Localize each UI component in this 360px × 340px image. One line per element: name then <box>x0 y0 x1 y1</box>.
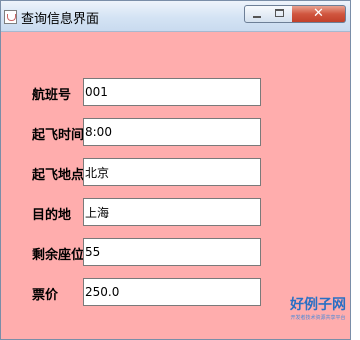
minimize-button[interactable] <box>244 5 269 23</box>
query-info-window: 查询信息界面 ✕ 航班号 起飞时间 起飞地点 目的地 剩余座位 票价 好例子网 … <box>0 0 351 340</box>
remaining-seats-field[interactable] <box>83 238 261 266</box>
window-title: 查询信息界面 <box>21 12 100 27</box>
java-cup-icon <box>4 10 17 24</box>
site-watermark: 好例子网 开发者技术资源共享平台 <box>290 294 346 321</box>
maximize-icon <box>275 9 284 17</box>
close-icon: ✕ <box>313 6 324 21</box>
departure-place-label: 起飞地点 <box>32 168 85 183</box>
background-strip <box>351 0 360 340</box>
flight-number-field[interactable] <box>83 78 261 106</box>
minimize-icon <box>253 16 261 18</box>
remaining-seats-label: 剩余座位 <box>32 248 85 263</box>
departure-time-field[interactable] <box>83 118 261 146</box>
ticket-price-field[interactable] <box>83 278 261 306</box>
departure-place-field[interactable] <box>83 158 261 186</box>
ticket-price-label: 票价 <box>32 288 59 303</box>
watermark-logo: 好例子网 <box>290 297 346 313</box>
close-button[interactable]: ✕ <box>292 5 346 23</box>
watermark-tagline: 开发者技术资源共享平台 <box>290 315 346 321</box>
flight-number-label: 航班号 <box>32 88 72 103</box>
departure-time-label: 起飞时间 <box>32 128 85 143</box>
title-bar[interactable]: 查询信息界面 ✕ <box>1 1 350 32</box>
maximize-button[interactable] <box>268 5 293 23</box>
destination-field[interactable] <box>83 198 261 226</box>
destination-label: 目的地 <box>32 208 72 223</box>
